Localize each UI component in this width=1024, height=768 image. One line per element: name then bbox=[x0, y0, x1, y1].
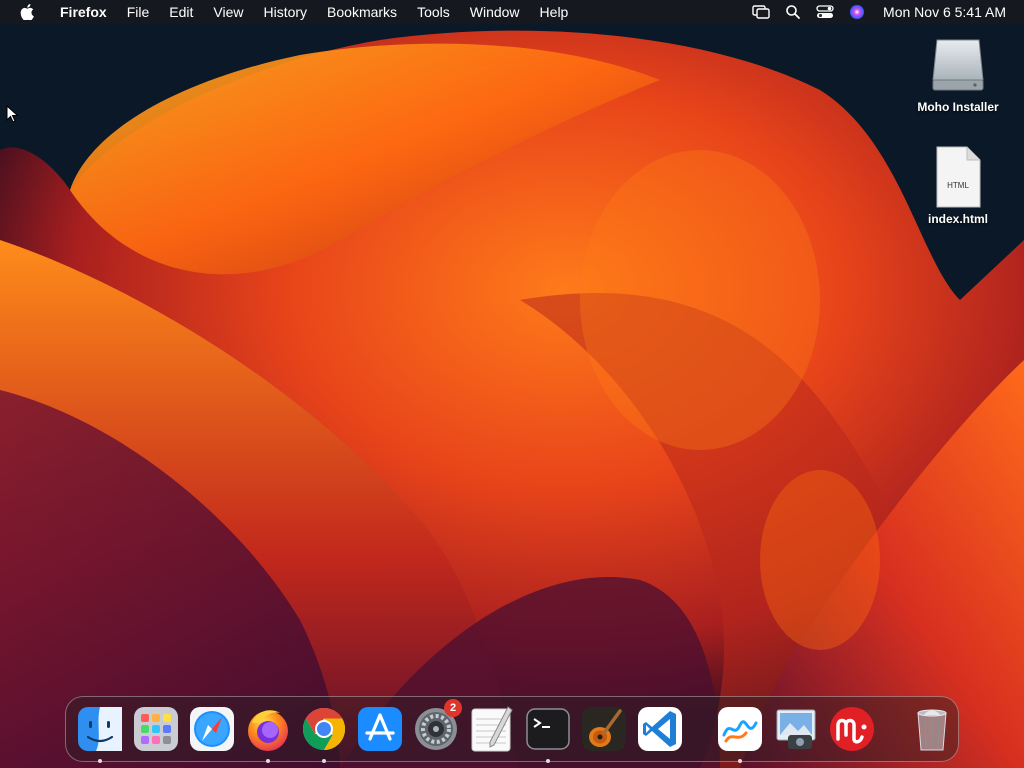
moho-icon bbox=[830, 707, 874, 751]
spotlight-search-icon[interactable] bbox=[783, 2, 803, 22]
safari-icon bbox=[190, 707, 234, 751]
menubar-clock[interactable]: Mon Nov 6 5:41 AM bbox=[873, 4, 1024, 20]
mouse-pointer-icon bbox=[6, 104, 20, 130]
apple-menu-icon[interactable] bbox=[18, 3, 36, 21]
file-type-badge: HTML bbox=[947, 181, 969, 190]
desktop-item-index-html[interactable]: HTML index.html bbox=[903, 146, 1013, 226]
dock-app-chrome[interactable] bbox=[300, 705, 348, 763]
desktop-item-label: index.html bbox=[927, 212, 988, 226]
firefox-icon bbox=[248, 710, 288, 751]
menu-edit[interactable]: Edit bbox=[159, 0, 203, 24]
dock-app-firefox[interactable] bbox=[244, 705, 292, 763]
dock-app-textedit[interactable] bbox=[468, 705, 516, 753]
control-center-icon[interactable] bbox=[815, 2, 835, 22]
siri-icon[interactable] bbox=[847, 2, 867, 22]
dock-app-moho[interactable] bbox=[828, 705, 876, 753]
terminal-icon bbox=[526, 708, 570, 750]
preview-icon bbox=[776, 709, 816, 749]
menu-bookmarks[interactable]: Bookmarks bbox=[317, 0, 407, 24]
menu-help[interactable]: Help bbox=[530, 0, 579, 24]
dock-app-freeform[interactable] bbox=[716, 705, 764, 763]
menu-file[interactable]: File bbox=[117, 0, 160, 24]
textedit-icon bbox=[471, 706, 513, 752]
trash-icon bbox=[917, 709, 947, 751]
dock: 2 bbox=[65, 696, 959, 763]
desktop-item-moho-installer[interactable]: Moho Installer bbox=[903, 34, 1013, 114]
launchpad-icon bbox=[134, 707, 178, 751]
running-indicator bbox=[98, 759, 102, 763]
running-indicator bbox=[546, 759, 550, 763]
dock-trash[interactable] bbox=[908, 705, 956, 753]
app-menu-firefox[interactable]: Firefox bbox=[50, 0, 117, 24]
chrome-icon bbox=[302, 708, 346, 750]
desktop-wallpaper bbox=[0, 0, 1024, 768]
menu-history[interactable]: History bbox=[253, 0, 317, 24]
finder-icon bbox=[78, 707, 122, 751]
dock-app-safari[interactable] bbox=[188, 705, 236, 753]
running-indicator bbox=[738, 759, 742, 763]
dock-app-finder[interactable] bbox=[76, 705, 124, 763]
dock-app-app-store[interactable] bbox=[356, 705, 404, 753]
dock-app-launchpad[interactable] bbox=[132, 705, 180, 753]
status-area: Mon Nov 6 5:41 AM bbox=[745, 0, 1024, 24]
vscode-icon bbox=[638, 707, 682, 751]
garageband-icon bbox=[582, 707, 626, 751]
app-store-icon bbox=[358, 707, 402, 751]
dock-app-preview[interactable] bbox=[772, 705, 820, 753]
menu-view[interactable]: View bbox=[203, 0, 253, 24]
menu-window[interactable]: Window bbox=[460, 0, 530, 24]
menu-bar: Firefox File Edit View History Bookmarks… bbox=[0, 0, 1024, 24]
html-file-icon: HTML bbox=[936, 146, 981, 208]
dock-app-vscode[interactable] bbox=[636, 705, 684, 753]
dock-app-garageband[interactable] bbox=[580, 705, 628, 753]
dock-app-system-settings[interactable]: 2 bbox=[412, 699, 462, 753]
menu-tools[interactable]: Tools bbox=[407, 0, 460, 24]
dock-app-terminal[interactable] bbox=[524, 705, 572, 763]
notification-badge: 2 bbox=[444, 699, 462, 717]
running-indicator bbox=[266, 759, 270, 763]
screen-mirroring-icon[interactable] bbox=[751, 2, 771, 22]
running-indicator bbox=[322, 759, 326, 763]
freeform-icon bbox=[718, 707, 762, 751]
disk-image-icon bbox=[932, 39, 984, 91]
desktop-item-label: Moho Installer bbox=[917, 100, 999, 114]
